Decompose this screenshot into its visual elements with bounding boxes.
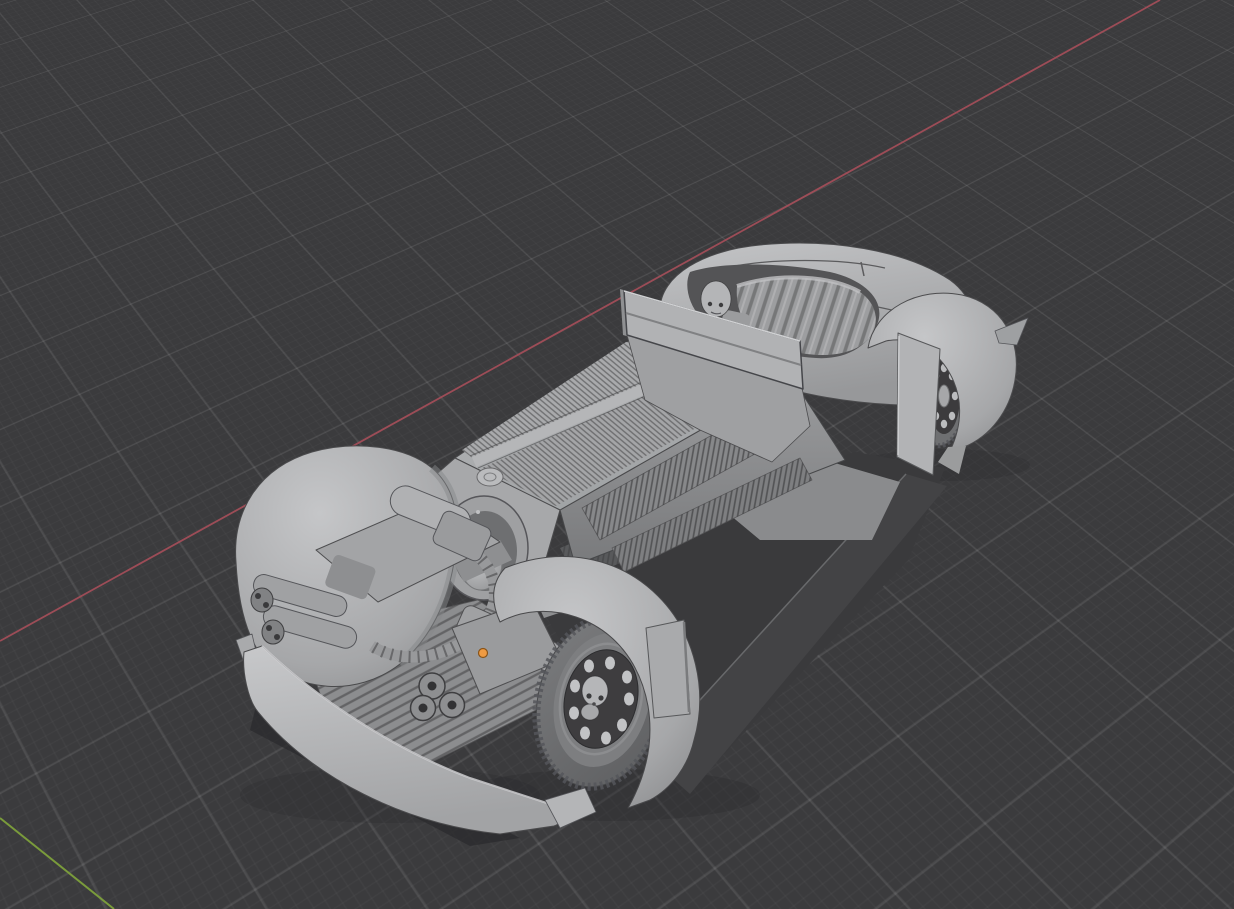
radiator-cap: [476, 467, 504, 487]
fender-skirt: [896, 332, 941, 476]
driver-eye: [707, 301, 713, 307]
driver-eye: [718, 302, 724, 308]
viewport-3d: [0, 0, 1234, 909]
roadster-model[interactable]: [0, 0, 1234, 909]
object-origin-dot[interactable]: [477, 647, 489, 659]
car-model[interactable]: [235, 242, 1030, 846]
front-fender-skirt: [645, 619, 691, 719]
